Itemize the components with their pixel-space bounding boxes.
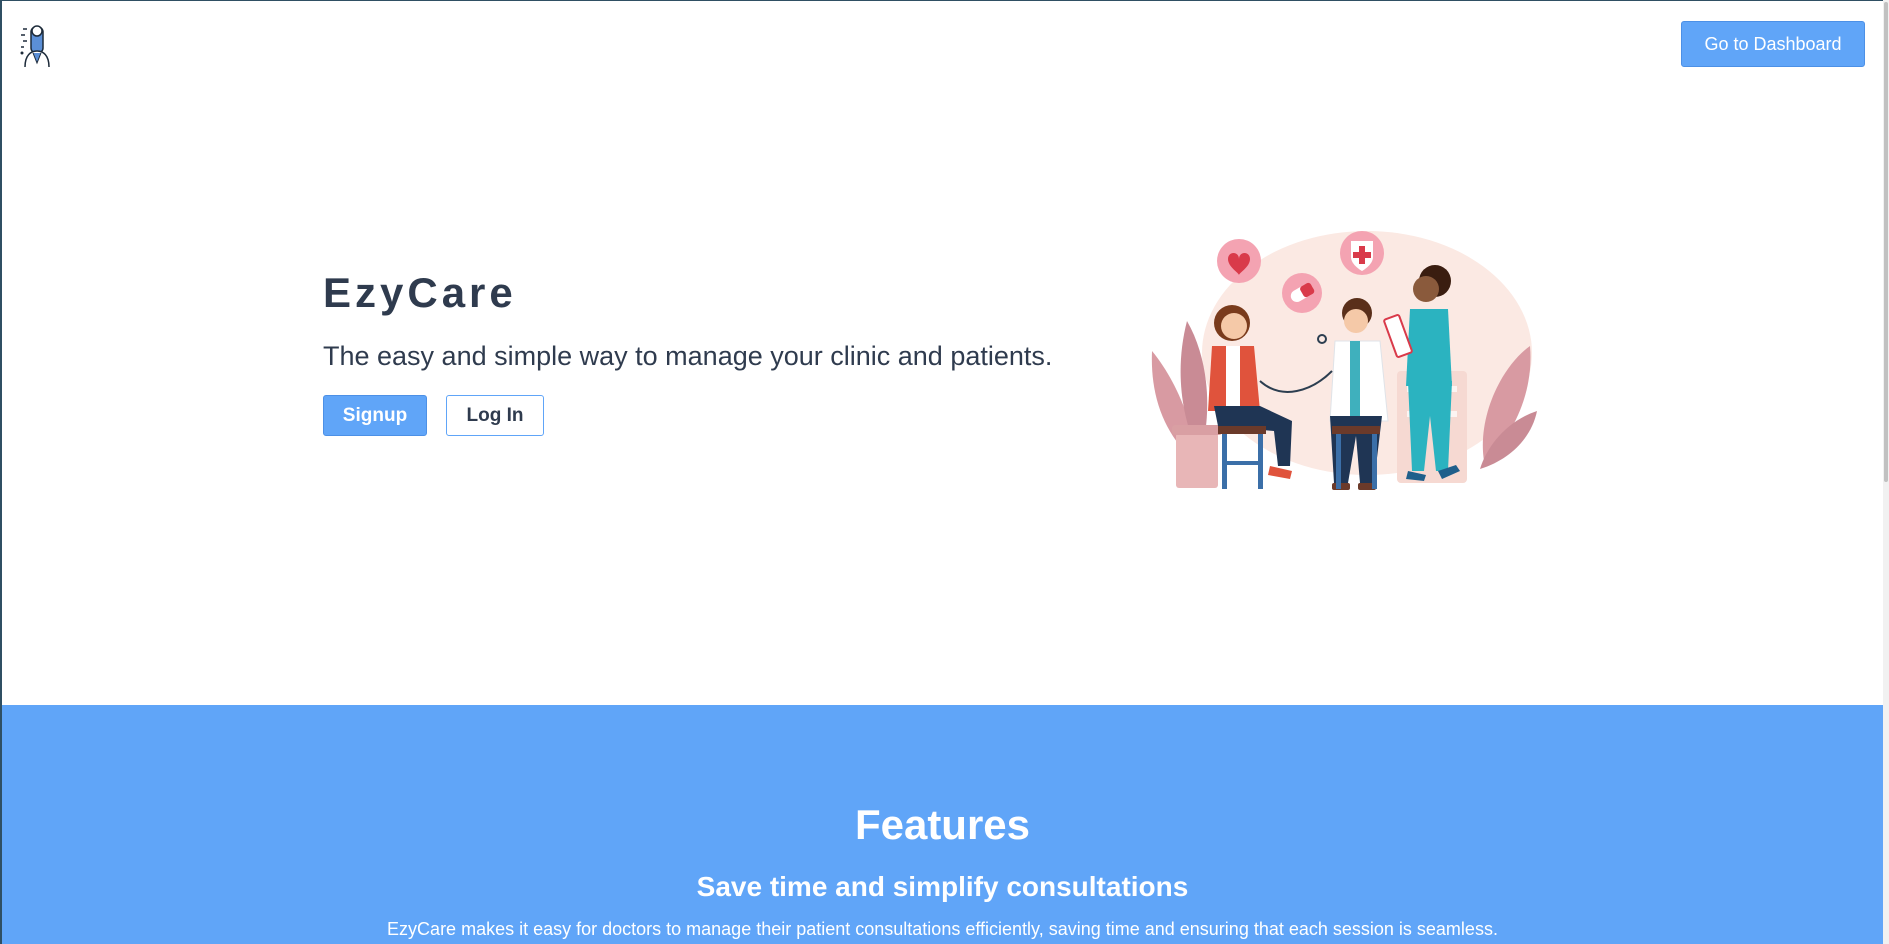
signup-button[interactable]: Signup — [323, 395, 427, 436]
features-title: Features — [854, 801, 1031, 848]
doctor-patient-consultation-illustration — [1151, 231, 1537, 490]
doctor-logo-icon[interactable] — [19, 19, 57, 69]
login-button[interactable]: Log In — [446, 395, 544, 436]
brand-title: EzyCare — [323, 269, 517, 316]
landing-page: Go to Dashboard EzyCare The easy and sim… — [2, 1, 1883, 944]
go-to-dashboard-button[interactable]: Go to Dashboard — [1681, 21, 1865, 67]
features-description: EzyCare makes it easy for doctors to man… — [387, 919, 1498, 939]
features-subtitle: Save time and simplify consultations — [696, 871, 1189, 902]
page-scrollbar[interactable] — [1883, 0, 1889, 944]
features-section: Features Save time and simplify consulta… — [2, 705, 1883, 944]
scrollbar-thumb[interactable] — [1884, 2, 1888, 482]
hero-tagline: The easy and simple way to manage your c… — [323, 341, 1053, 371]
